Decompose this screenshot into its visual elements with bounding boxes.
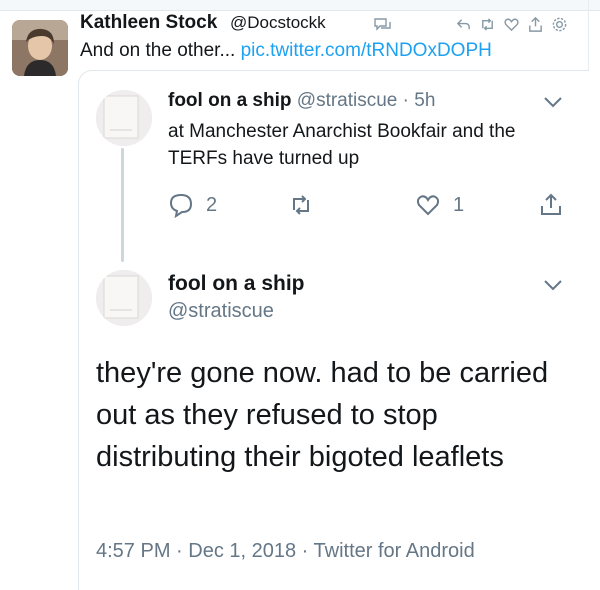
reply-action[interactable]: 2	[168, 192, 217, 218]
share-icon[interactable]	[527, 16, 544, 33]
tweet-text: they're gone now. had to be carried out …	[96, 357, 549, 473]
tweet-meta[interactable]: 4:57 PM · Dec 1, 2018 · Twitter for Andr…	[96, 540, 475, 563]
outer-tweet-actions	[455, 16, 568, 36]
share-icon	[541, 193, 561, 215]
reply-text: at Manchester Anarchist Bookfair and the…	[168, 121, 516, 169]
retweet-action[interactable]	[288, 192, 326, 218]
avatar-photo	[96, 90, 152, 146]
separator-dot: ·	[402, 90, 409, 111]
thread-line	[121, 148, 124, 262]
reply-icon[interactable]	[455, 16, 472, 33]
author-handle[interactable]: @stratiscue	[297, 90, 398, 111]
reply-count: 2	[206, 193, 218, 216]
conversation-icon[interactable]	[372, 16, 394, 34]
like-action[interactable]: 1	[415, 192, 464, 218]
share-action[interactable]	[538, 192, 564, 218]
author-handle[interactable]: @stratiscue	[168, 300, 274, 323]
chevron-down-icon[interactable]	[543, 96, 563, 108]
avatar-photo	[96, 270, 152, 326]
timestamp[interactable]: 5h	[414, 90, 435, 111]
like-icon[interactable]	[503, 16, 520, 33]
tweet-text-prefix: And on the other...	[80, 40, 236, 61]
pic-link[interactable]: pic.twitter.com/tRNDOxDOPH	[241, 40, 492, 61]
top-strip	[0, 0, 600, 11]
avatar[interactable]	[12, 20, 68, 76]
author-name[interactable]: fool on a ship	[168, 90, 292, 111]
retweet-icon[interactable]	[479, 16, 496, 33]
author-name[interactable]: fool on a ship	[168, 272, 305, 296]
tweet-actions: 2 1	[168, 192, 578, 222]
reply-header: fool on a ship @stratiscue · 5h	[168, 90, 435, 112]
like-icon	[416, 195, 440, 216]
chevron-down-icon[interactable]	[543, 279, 563, 291]
like-count: 1	[453, 193, 465, 216]
tweet-text: And on the other... pic.twitter.com/tRND…	[80, 40, 492, 62]
avatar-photo	[12, 20, 68, 76]
avatar[interactable]	[96, 270, 152, 326]
author-name[interactable]: Kathleen Stock	[80, 12, 217, 34]
author-handle[interactable]: @Docstockk	[230, 13, 326, 33]
retweet-icon	[293, 195, 309, 215]
avatar[interactable]	[96, 90, 152, 146]
reply-icon	[169, 193, 193, 218]
gear-icon[interactable]	[551, 16, 568, 33]
